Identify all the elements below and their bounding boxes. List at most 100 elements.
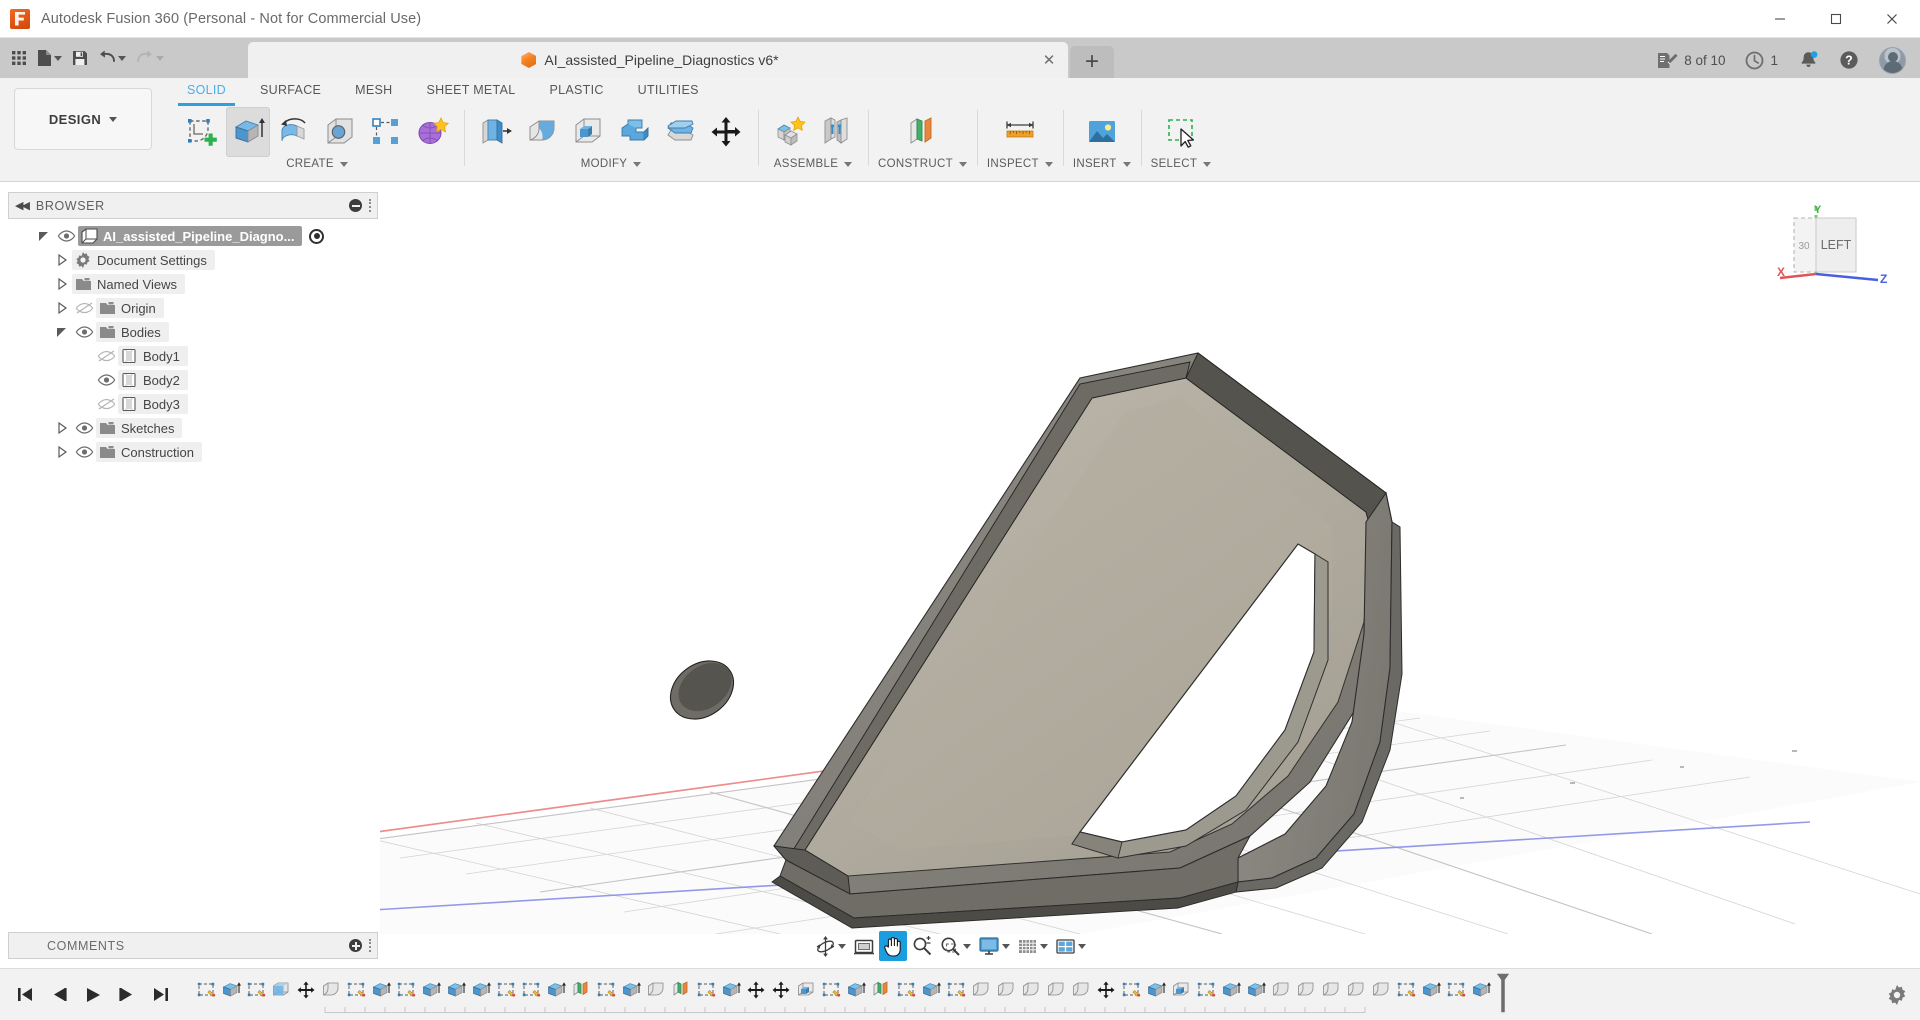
timeline-feature-sketch[interactable]	[194, 975, 219, 1005]
timeline-feature-extrude[interactable]	[1219, 975, 1244, 1005]
timeline-feature-fillet[interactable]	[1369, 975, 1394, 1005]
visibility-toggle[interactable]	[94, 370, 118, 390]
panel-insert-label[interactable]: INSERT	[1073, 158, 1131, 170]
undo-button[interactable]	[94, 43, 130, 73]
visibility-toggle[interactable]	[72, 442, 96, 462]
panel-grip-icon[interactable]	[369, 199, 371, 212]
revolve-button[interactable]	[272, 107, 316, 157]
timeline-feature-extrude[interactable]	[444, 975, 469, 1005]
timeline-feature-extrude[interactable]	[844, 975, 869, 1005]
timeline-feature-shell[interactable]	[269, 975, 294, 1005]
document-tab[interactable]: AI_assisted_Pipeline_Diagnostics v6* ✕	[248, 42, 1068, 78]
timeline-feature-fillet[interactable]	[319, 975, 344, 1005]
timeline-feature-sketch[interactable]	[1394, 975, 1419, 1005]
timeline-feature-sketch[interactable]	[1194, 975, 1219, 1005]
step-forward-button[interactable]	[116, 982, 138, 1008]
timeline-feature-extrude[interactable]	[919, 975, 944, 1005]
app-grid-button[interactable]	[7, 43, 31, 73]
tree-row-origin[interactable]: Origin	[8, 296, 378, 320]
timeline-feature-extrude[interactable]	[219, 975, 244, 1005]
twisty-closed-icon[interactable]	[52, 418, 72, 438]
timeline-feature-extrude[interactable]	[544, 975, 569, 1005]
select-button[interactable]	[1159, 107, 1203, 157]
document-tab-close-icon[interactable]: ✕	[1040, 51, 1058, 69]
combine-button[interactable]	[612, 107, 656, 157]
tree-row-named-views[interactable]: Named Views	[8, 272, 378, 296]
timeline-feature-plane[interactable]	[569, 975, 594, 1005]
panel-construct-label[interactable]: CONSTRUCT	[878, 158, 967, 170]
tab-surface[interactable]: SURFACE	[243, 78, 338, 104]
timeline-feature-fillet[interactable]	[1044, 975, 1069, 1005]
offset-plane-button[interactable]	[900, 107, 944, 157]
tab-plastic[interactable]: PLASTIC	[532, 78, 620, 104]
timeline-feature-move[interactable]	[1094, 975, 1119, 1005]
tab-solid[interactable]: SOLID	[170, 78, 243, 106]
panel-inspect-label[interactable]: INSPECT	[987, 158, 1053, 170]
tab-mesh[interactable]: MESH	[338, 78, 409, 104]
timeline-feature-plane[interactable]	[869, 975, 894, 1005]
fillet-button[interactable]	[520, 107, 564, 157]
timeline-feature-fillet[interactable]	[1344, 975, 1369, 1005]
timeline-feature-fillet[interactable]	[1294, 975, 1319, 1005]
timeline-feature-sketch[interactable]	[944, 975, 969, 1005]
timeline-feature-fillet[interactable]	[1069, 975, 1094, 1005]
timeline-feature-sketch[interactable]	[594, 975, 619, 1005]
insert-mcmaster-button[interactable]	[1080, 107, 1124, 157]
go-to-end-button[interactable]	[150, 982, 172, 1008]
joint-button[interactable]	[814, 107, 858, 157]
file-button[interactable]	[33, 43, 66, 73]
tab-sheet-metal[interactable]: SHEET METAL	[409, 78, 532, 104]
timeline-feature-extrude[interactable]	[719, 975, 744, 1005]
panel-create-label[interactable]: CREATE	[286, 158, 348, 170]
notifications-button[interactable]	[1798, 50, 1819, 71]
timeline-feature-sketch[interactable]	[1444, 975, 1469, 1005]
new-tab-button[interactable]: +	[1070, 46, 1114, 78]
panel-grip-icon[interactable]	[369, 939, 371, 952]
timeline-feature-move[interactable]	[294, 975, 319, 1005]
view-cube[interactable]: LEFT 30 X Z Y	[1774, 204, 1892, 314]
panel-assemble-label[interactable]: ASSEMBLE	[774, 158, 853, 170]
timeline-track[interactable]	[184, 969, 1874, 1020]
timeline-feature-sketch[interactable]	[394, 975, 419, 1005]
timeline-feature-fillet[interactable]	[644, 975, 669, 1005]
tree-row-document-settings[interactable]: Document Settings	[8, 248, 378, 272]
rectangular-pattern-button[interactable]	[364, 107, 408, 157]
tree-row-body3[interactable]: Body3	[8, 392, 378, 416]
timeline-feature-shell-face[interactable]	[1169, 975, 1194, 1005]
timeline-feature-extrude[interactable]	[1419, 975, 1444, 1005]
hole-button[interactable]	[318, 107, 362, 157]
panel-plus-icon[interactable]	[349, 939, 362, 952]
timeline-feature-sketch[interactable]	[344, 975, 369, 1005]
maximize-button[interactable]	[1808, 0, 1864, 38]
timeline-feature-fillet[interactable]	[1319, 975, 1344, 1005]
timeline-feature-sketch[interactable]	[494, 975, 519, 1005]
timeline-feature-sketch[interactable]	[244, 975, 269, 1005]
account-avatar[interactable]	[1879, 46, 1906, 74]
timeline-settings-button[interactable]	[1874, 984, 1920, 1005]
look-at-button[interactable]	[850, 931, 878, 961]
tree-row-body2[interactable]: Body2	[8, 368, 378, 392]
new-component-button[interactable]	[768, 107, 812, 157]
history-indicator[interactable]: 1	[1745, 51, 1778, 70]
panel-minus-icon[interactable]	[349, 199, 362, 212]
visibility-toggle-hidden[interactable]	[94, 346, 118, 366]
visibility-toggle[interactable]	[54, 226, 78, 246]
measure-button[interactable]	[998, 107, 1042, 157]
twisty-closed-icon[interactable]	[52, 250, 72, 270]
go-to-beginning-button[interactable]	[14, 982, 36, 1008]
minimize-button[interactable]	[1752, 0, 1808, 38]
viewport-3d[interactable]: LEFT 30 X Z Y	[380, 182, 1920, 934]
tree-row-bodies[interactable]: Bodies	[8, 320, 378, 344]
timeline-feature-fillet[interactable]	[994, 975, 1019, 1005]
activate-component-radio[interactable]	[309, 228, 325, 244]
timeline-feature-sketch[interactable]	[894, 975, 919, 1005]
redo-button[interactable]	[132, 43, 168, 73]
close-button[interactable]	[1864, 0, 1920, 38]
extrude-button[interactable]	[226, 107, 270, 157]
move-copy-button[interactable]	[704, 107, 748, 157]
timeline-feature-fillet[interactable]	[1019, 975, 1044, 1005]
twisty-open-icon[interactable]	[34, 226, 54, 246]
timeline-feature-extrude[interactable]	[369, 975, 394, 1005]
timeline-feature-move[interactable]	[769, 975, 794, 1005]
save-button[interactable]	[68, 43, 92, 73]
